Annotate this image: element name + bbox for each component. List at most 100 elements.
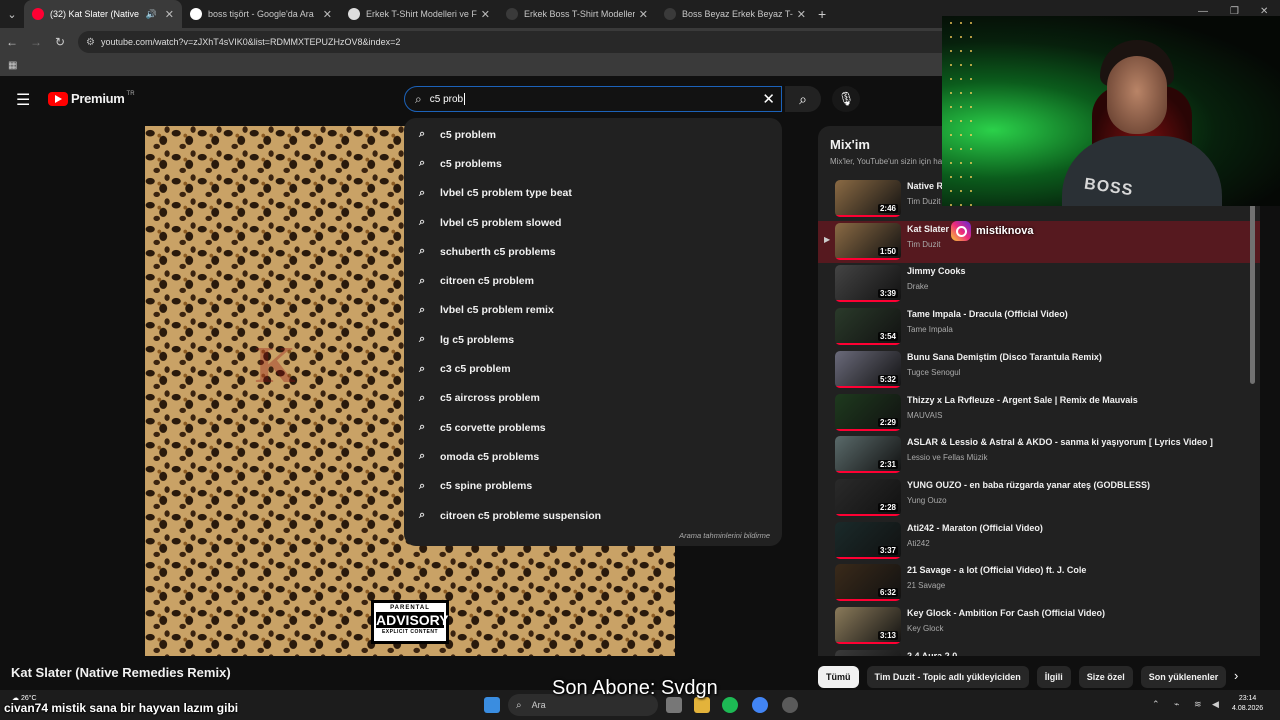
search-icon: ⌕ — [419, 216, 426, 229]
chrome-icon[interactable] — [752, 697, 768, 713]
tray-overflow-icon[interactable]: ⌃ — [1152, 699, 1160, 710]
mix-item[interactable]: 3:37 Ati242 - Maraton (Official Video) Ati… — [818, 520, 1260, 562]
suggestion-item[interactable]: ⌕ omoda c5 problems — [404, 442, 782, 471]
mix-item-title: Jimmy Cooks — [907, 266, 966, 277]
search-suggestions-dropdown: ⌕ c5 problem ⌕ c5 problems ⌕ lvbel c5 problem… — [404, 118, 782, 546]
url-field[interactable]: ⚙ youtube.com/watch?v=zJXhT4sVIK0&list=R… — [78, 31, 998, 53]
voice-search-button[interactable]: 🎙 — [832, 86, 860, 112]
suggestion-item[interactable]: ⌕ c5 problems — [404, 149, 782, 178]
browser-tab[interactable]: boss tişört - Google'da Ara ✕ — [182, 0, 340, 28]
search-button[interactable]: ⌕ — [785, 86, 821, 112]
suggestion-item[interactable]: ⌕ c5 spine problems — [404, 472, 782, 501]
close-tab-icon[interactable]: ✕ — [323, 8, 332, 21]
menu-icon[interactable]: ☰ — [16, 90, 30, 110]
video-thumbnail[interactable]: 2:28 — [835, 478, 901, 516]
mix-item[interactable]: 3:13 Key Glock - Ambition For Cash (Offic… — [818, 605, 1260, 647]
suggestion-label: citroen c5 problem — [440, 275, 534, 288]
video-thumbnail[interactable]: 3:39 — [835, 265, 901, 303]
reload-icon[interactable]: ↻ — [48, 35, 72, 49]
suggestion-item[interactable]: ⌕ lvbel c5 problem remix — [404, 296, 782, 325]
video-thumbnail[interactable]: 3:13 — [835, 607, 901, 644]
filter-chip[interactable]: Tim Duzit - Topic adlı yükleyiciden — [866, 666, 1029, 688]
suggestion-item[interactable]: ⌕ lg c5 problems — [404, 325, 782, 354]
search-icon: ⌕ — [419, 186, 426, 199]
suggestion-item[interactable]: ⌕ lvbel c5 problem slowed — [404, 208, 782, 237]
mix-subtitle: Mix'ler, YouTube'un sizin için haz — [830, 157, 947, 166]
suggestion-item[interactable]: ⌕ c5 problem — [404, 120, 782, 149]
close-tab-icon[interactable]: ✕ — [797, 8, 806, 21]
mix-item[interactable]: 2:29 Thizzy x La Rvfleuze - Argent Sale |… — [818, 392, 1260, 434]
search-icon: ⌕ — [419, 274, 426, 287]
filter-chip[interactable]: Size özel — [1078, 666, 1133, 688]
chevron-right-icon[interactable]: › — [1234, 668, 1238, 683]
browser-tab[interactable]: (32) Kat Slater (Native Remedies Remix) 🔊… — [24, 0, 182, 28]
search-icon: ⌕ — [419, 128, 426, 141]
suggestion-item[interactable]: ⌕ c3 c5 problem — [404, 354, 782, 383]
browser-tab[interactable]: Boss Beyaz Erkek Beyaz T-shirt ✕ — [656, 0, 814, 28]
close-tab-icon[interactable]: ✕ — [639, 8, 648, 21]
mix-item[interactable]: 6:32 21 Savage - a lot (Official Video) f… — [818, 562, 1260, 604]
mix-item-title: Kat Slater — [907, 223, 950, 234]
wifi-icon[interactable]: ≋ — [1194, 699, 1202, 710]
search-input[interactable]: ⌕ c5 prob ✕ — [404, 86, 782, 112]
mix-item[interactable]: ▶ 1:50 Kat Slater Tim Duzit — [818, 220, 1260, 263]
video-thumbnail[interactable]: 3:37 — [835, 521, 901, 559]
suggestion-item[interactable]: ⌕ citroen c5 probleme suspension — [404, 501, 782, 530]
mix-item-channel: Yung Ouzo — [907, 495, 947, 505]
video-thumbnail[interactable]: 2:29 — [835, 393, 901, 431]
suggestion-item[interactable]: ⌕ lvbel c5 problem type beat — [404, 179, 782, 208]
suggestion-label: omoda c5 problems — [440, 450, 540, 463]
filter-chip[interactable]: Son yüklenenler — [1140, 666, 1227, 688]
search-icon: ⌕ — [419, 450, 426, 463]
volume-icon[interactable]: ◀ — [1212, 699, 1219, 710]
video-thumbnail[interactable]: 1:50 — [835, 222, 901, 260]
mix-item[interactable]: 5:32 Bunu Sana Demiştim (Disco Tarantula … — [818, 349, 1260, 391]
suggestion-item[interactable]: ⌕ c5 corvette problems — [404, 413, 782, 442]
new-tab-icon[interactable]: + — [818, 6, 826, 22]
mix-item[interactable]: 2:31 ASLAR & Lessio & Astral & AKDO - san… — [818, 434, 1260, 476]
network-icon[interactable]: ⌁ — [1174, 699, 1179, 710]
mix-scrollbar[interactable] — [1250, 180, 1255, 384]
browser-tab[interactable]: Erkek Boss T-Shirt Modelleri ve ✕ — [498, 0, 656, 28]
watch-progress-bar — [835, 471, 901, 474]
clear-search-icon[interactable]: ✕ — [762, 90, 775, 108]
suggestion-item[interactable]: ⌕ c5 aircross problem — [404, 384, 782, 413]
video-thumbnail[interactable]: 2:46 — [835, 180, 901, 217]
settings-icon[interactable] — [782, 697, 798, 713]
mix-item-channel: Lessio ve Fellas Müzik — [907, 453, 988, 463]
youtube-logo[interactable]: Premium TR — [48, 91, 135, 106]
tab-search-icon[interactable]: ⌄ — [0, 0, 24, 28]
video-thumbnail[interactable]: 3:54 — [835, 308, 901, 346]
mix-item[interactable]: 2.4 Aura 2.0 — [818, 648, 1260, 656]
forward-icon[interactable]: → — [24, 35, 48, 49]
filter-chip[interactable]: Tümü — [818, 666, 859, 688]
close-tab-icon[interactable]: ✕ — [165, 8, 174, 21]
video-thumbnail[interactable] — [835, 649, 901, 656]
suggestion-item[interactable]: ⌕ citroen c5 problem — [404, 266, 782, 295]
clock[interactable]: 23:14 4.08.2026 — [1232, 694, 1263, 714]
apps-grid-icon[interactable]: ▦ — [8, 60, 17, 71]
mix-item[interactable]: 3:54 Tame Impala - Dracula (Official Vide… — [818, 306, 1260, 348]
mix-item-title: Ati242 - Maraton (Official Video) — [907, 522, 1043, 533]
mix-item[interactable]: 2:28 YUNG OUZO - en baba rüzgarda yanar a… — [818, 477, 1260, 519]
back-icon[interactable]: ← — [0, 35, 24, 49]
close-tab-icon[interactable]: ✕ — [481, 8, 490, 21]
filter-chip[interactable]: İlgili — [1036, 666, 1071, 688]
mix-item-title: Thizzy x La Rvfleuze - Argent Sale | Rem… — [907, 394, 1138, 405]
start-icon[interactable] — [484, 697, 500, 713]
mix-item[interactable]: 3:39 Jimmy Cooks Drake — [818, 263, 1260, 305]
instagram-handle: mistiknova — [976, 225, 1034, 237]
tab-title: boss tişört - Google'da Ara — [208, 9, 314, 19]
watch-progress-bar — [835, 300, 901, 303]
video-thumbnail[interactable]: 5:32 — [835, 350, 901, 388]
spotify-icon[interactable] — [722, 697, 738, 713]
suggestion-item[interactable]: ⌕ schuberth c5 problems — [404, 237, 782, 266]
site-info-icon[interactable]: ⚙ — [86, 37, 95, 48]
browser-tab[interactable]: Erkek T-Shirt Modelleri ve Fiyatları ✕ — [340, 0, 498, 28]
tab-list: (32) Kat Slater (Native Remedies Remix) 🔊… — [24, 0, 814, 28]
report-predictions-link[interactable]: Arama tahminlerini bildirme — [679, 531, 770, 540]
suggestion-label: lvbel c5 problem remix — [440, 304, 554, 317]
video-thumbnail[interactable]: 2:31 — [835, 436, 901, 474]
video-thumbnail[interactable]: 6:32 — [835, 564, 901, 602]
speaker-icon[interactable]: 🔊 — [146, 9, 157, 20]
